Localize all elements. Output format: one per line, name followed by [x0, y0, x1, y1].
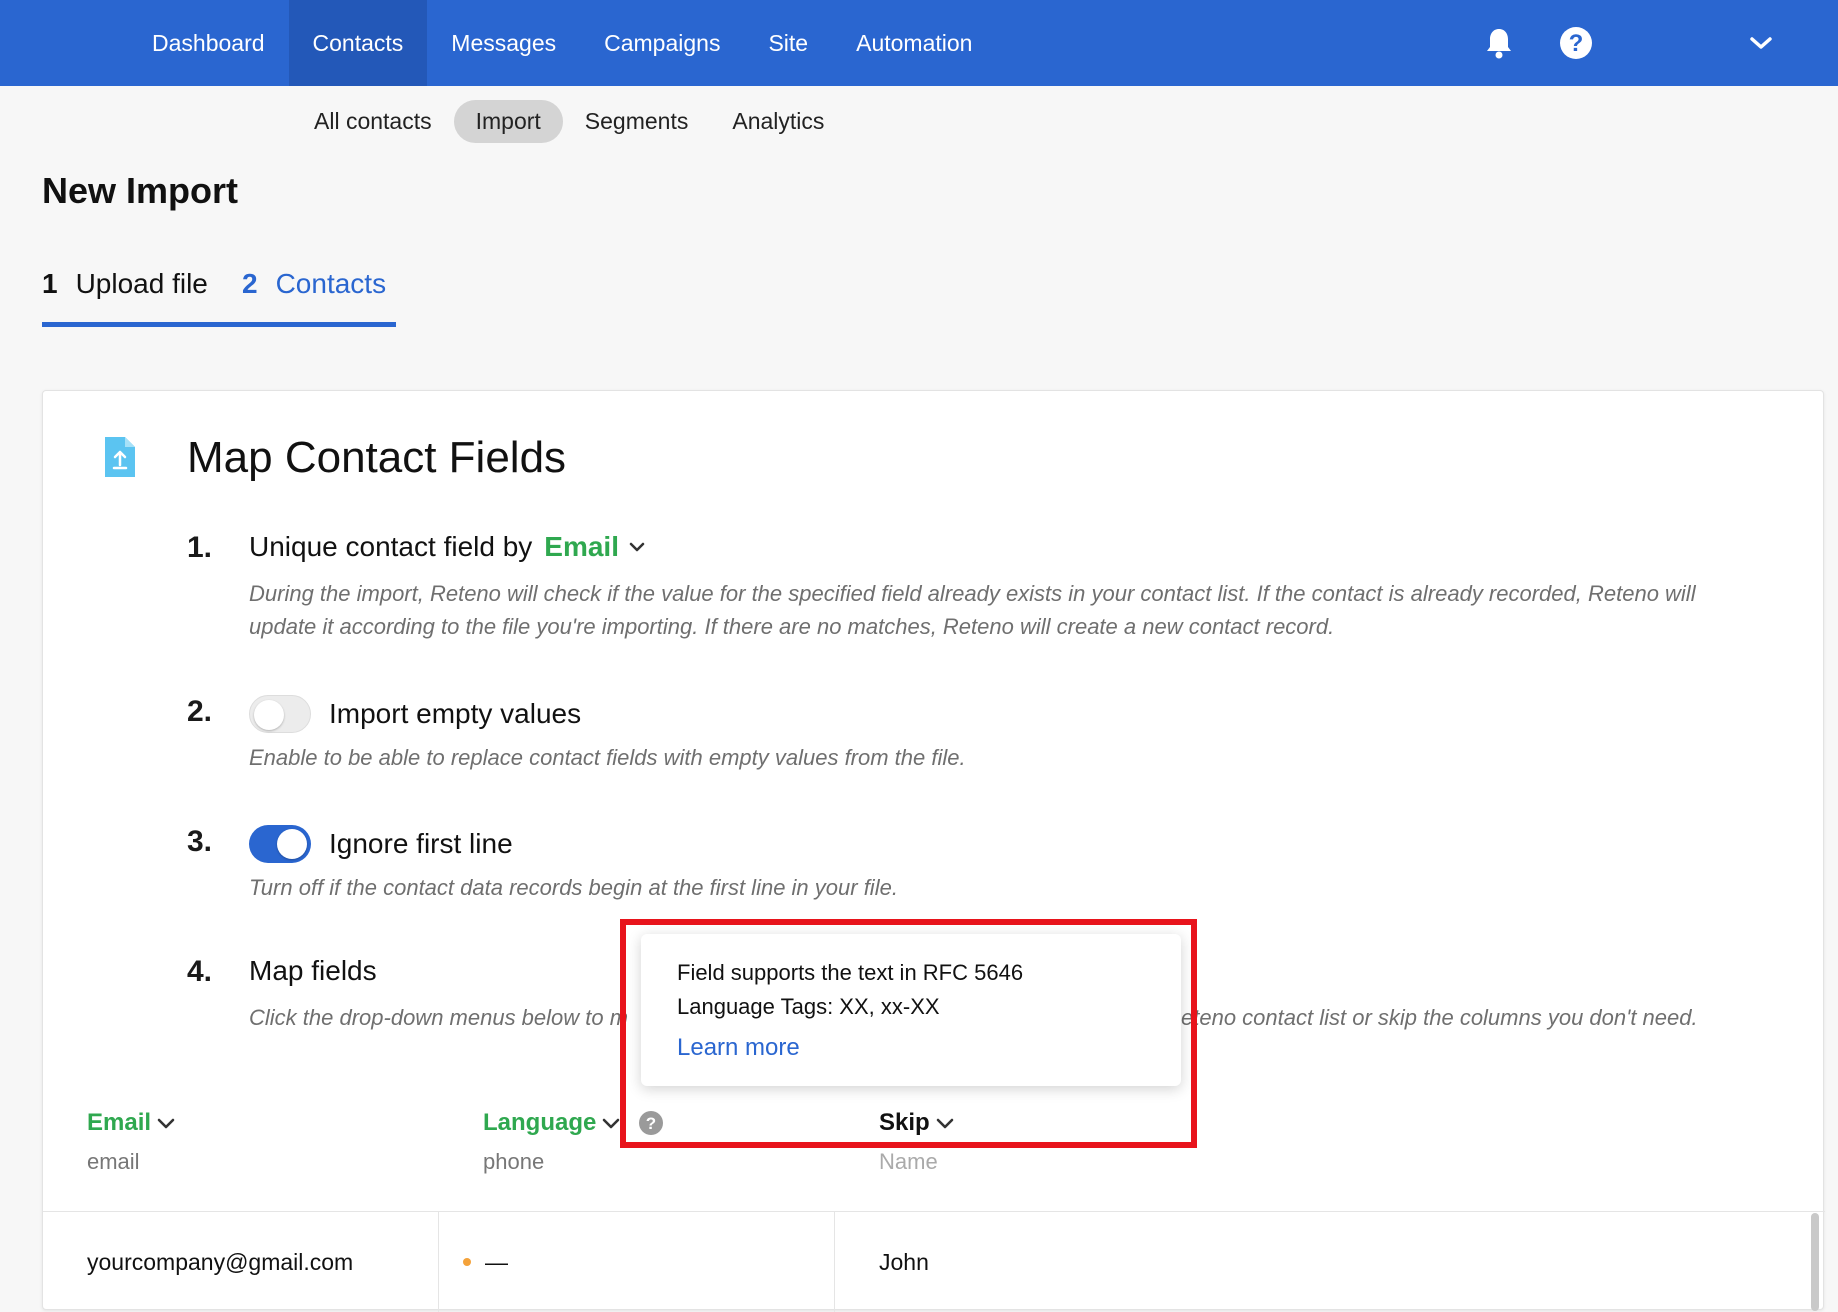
column-email: Email email [87, 1109, 175, 1175]
nav-automation[interactable]: Automation [832, 0, 996, 86]
option-heading: Import empty values [249, 695, 581, 733]
contacts-subnav: All contacts Import Segments Analytics [292, 100, 846, 143]
chevron-down-icon [603, 1118, 620, 1128]
card-title: Map Contact Fields [187, 433, 567, 482]
field-name: Email [87, 1109, 152, 1136]
help-icon[interactable]: ? [1556, 0, 1596, 86]
subnav-segments[interactable]: Segments [563, 100, 711, 143]
chevron-down-icon [157, 1118, 175, 1128]
main-nav: Dashboard Contacts Messages Campaigns Si… [128, 0, 996, 86]
option-number: 3. [187, 825, 213, 858]
description-right: eteno contact list or skip the columns y… [1181, 1005, 1698, 1030]
option-heading-text: Unique contact field by [249, 531, 533, 562]
nav-campaigns[interactable]: Campaigns [580, 0, 744, 86]
description-left: Click the drop-down menus below to m [249, 1005, 629, 1030]
nav-contacts[interactable]: Contacts [288, 0, 428, 86]
source-column-name: email [87, 1149, 140, 1174]
nav-dashboard[interactable]: Dashboard [128, 0, 289, 86]
option-heading-text: Ignore first line [329, 828, 513, 859]
option-heading: Map fields [249, 955, 377, 987]
step-label: Upload file [75, 268, 208, 299]
cell-value: — [485, 1248, 508, 1275]
chevron-down-icon[interactable] [1746, 0, 1776, 86]
page-title: New Import [42, 170, 239, 211]
subnav-import[interactable]: Import [453, 100, 563, 143]
step-contacts[interactable]: 2 Contacts [242, 268, 396, 327]
option-heading-text: Map fields [249, 955, 377, 986]
cell-skip: John [879, 1248, 929, 1275]
cell-email: yourcompany@gmail.com [87, 1248, 354, 1275]
ignore-first-line-toggle[interactable] [249, 825, 311, 863]
warning-dot-icon [463, 1258, 471, 1266]
cell-language: — [463, 1212, 508, 1312]
step-number: 2 [242, 268, 258, 299]
nav-site[interactable]: Site [744, 0, 832, 86]
unique-field-dropdown[interactable]: Email [544, 531, 645, 563]
option-number: 4. [187, 955, 213, 988]
field-name: Language [483, 1109, 597, 1136]
import-steps: 1 Upload file 2 Contacts [42, 268, 396, 327]
option-number: 1. [187, 531, 213, 564]
option-description: Enable to be able to replace contact fie… [249, 745, 966, 770]
unique-field-value: Email [544, 531, 619, 562]
option-heading-text: Import empty values [329, 698, 582, 729]
option-description: During the import, Reteno will check if … [249, 581, 1696, 639]
file-upload-icon [103, 435, 137, 484]
svg-text:?: ? [1569, 30, 1584, 57]
source-column-name: Name [879, 1149, 938, 1174]
table-scrollbar[interactable] [1811, 1213, 1819, 1311]
subnav-analytics[interactable]: Analytics [710, 100, 846, 143]
option-number: 2. [187, 695, 213, 728]
step-label: Contacts [275, 268, 387, 299]
nav-messages[interactable]: Messages [427, 0, 580, 86]
subnav-all-contacts[interactable]: All contacts [292, 100, 454, 143]
option-description: Turn off if the contact data records beg… [249, 875, 898, 900]
chevron-down-icon [629, 542, 645, 552]
option-heading: Unique contact field by Email [249, 531, 645, 563]
field-select-email[interactable]: Email [87, 1109, 175, 1137]
preview-table: yourcompany@gmail.com — John [43, 1211, 1825, 1312]
source-column-name: phone [483, 1149, 545, 1174]
bell-icon[interactable] [1478, 0, 1520, 86]
option-heading: Ignore first line [249, 825, 513, 863]
import-empty-toggle[interactable] [249, 695, 311, 733]
top-navbar: Dashboard Contacts Messages Campaigns Si… [0, 0, 1838, 86]
highlight-annotation [620, 919, 1197, 1148]
step-upload-file[interactable]: 1 Upload file [42, 268, 242, 327]
map-fields-card: Map Contact Fields 1. Unique contact fie… [42, 390, 1825, 1312]
step-number: 1 [42, 268, 58, 299]
